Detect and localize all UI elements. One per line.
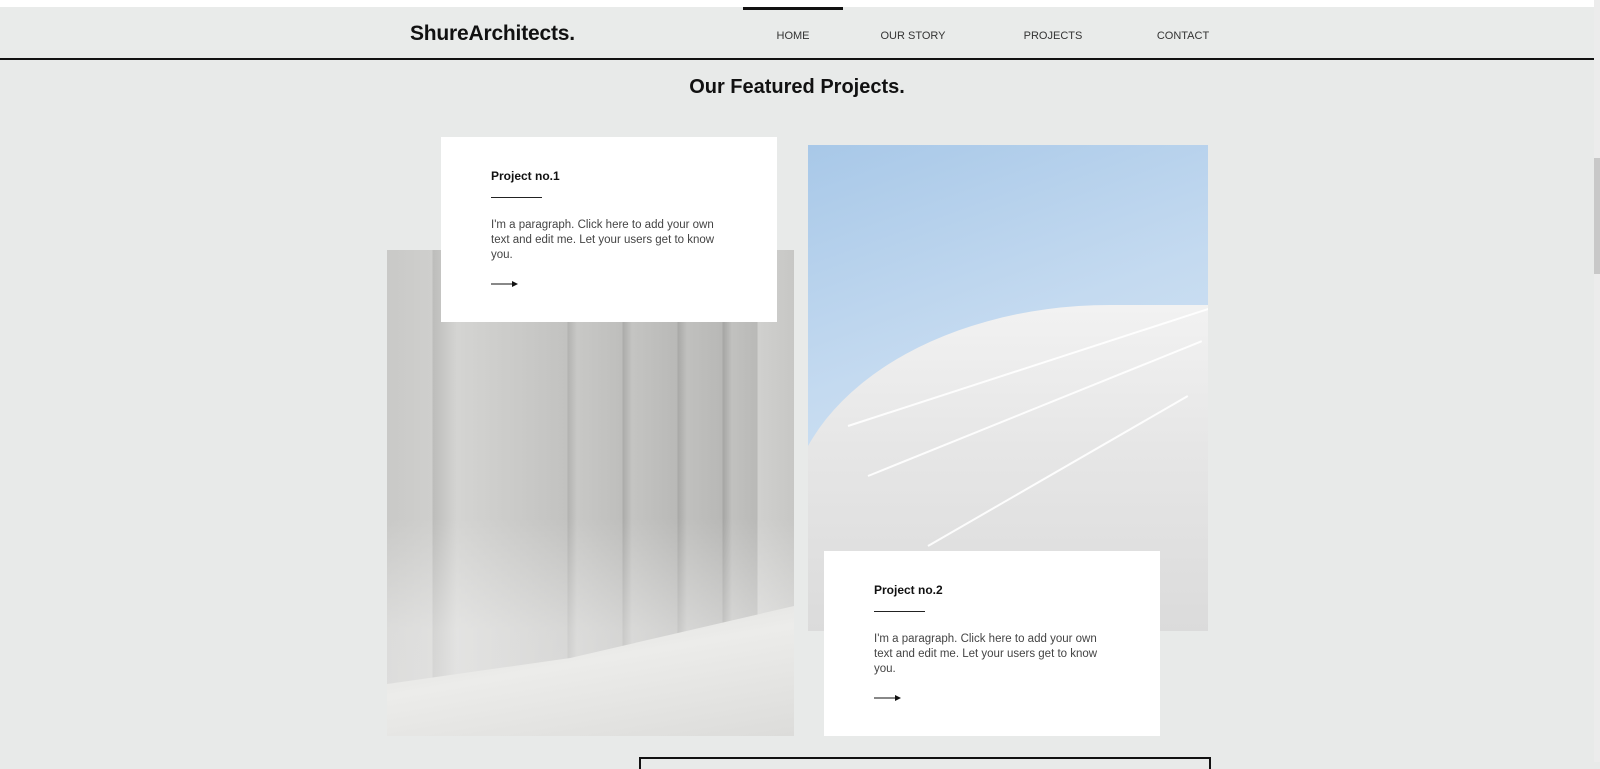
nav-projects[interactable]: PROJECTS bbox=[1003, 7, 1103, 58]
project-card-2: Project no.2 I'm a paragraph. Click here… bbox=[824, 551, 1160, 736]
scrollbar-thumb[interactable] bbox=[1594, 158, 1600, 274]
page-scrollbar[interactable] bbox=[1594, 0, 1600, 762]
arrow-right-icon[interactable] bbox=[491, 278, 519, 290]
nav-contact[interactable]: CONTACT bbox=[1133, 7, 1233, 58]
project-2-description: I'm a paragraph. Click here to add your … bbox=[874, 633, 1098, 675]
page-title: Our Featured Projects. bbox=[689, 76, 905, 99]
nav-our-story[interactable]: OUR STORY bbox=[863, 7, 963, 58]
site-logo[interactable]: ShureArchitects. bbox=[410, 22, 575, 46]
project-1-title: Project no.1 bbox=[491, 169, 560, 183]
browser-top-strip bbox=[0, 0, 1600, 7]
next-section-frame bbox=[639, 757, 1211, 769]
project-1-image[interactable] bbox=[387, 250, 794, 736]
project-1-description: I'm a paragraph. Click here to add your … bbox=[491, 219, 715, 261]
arrow-right-icon[interactable] bbox=[874, 692, 902, 704]
project-card-1: Project no.1 I'm a paragraph. Click here… bbox=[441, 137, 777, 322]
project-1-image-floor bbox=[387, 606, 794, 736]
site-header: ShureArchitects. HOME OUR STORY PROJECTS… bbox=[0, 7, 1594, 60]
project-2-title: Project no.2 bbox=[874, 583, 943, 597]
project-2-divider bbox=[874, 611, 925, 612]
nav-home[interactable]: HOME bbox=[743, 7, 843, 61]
project-1-divider bbox=[491, 197, 542, 198]
